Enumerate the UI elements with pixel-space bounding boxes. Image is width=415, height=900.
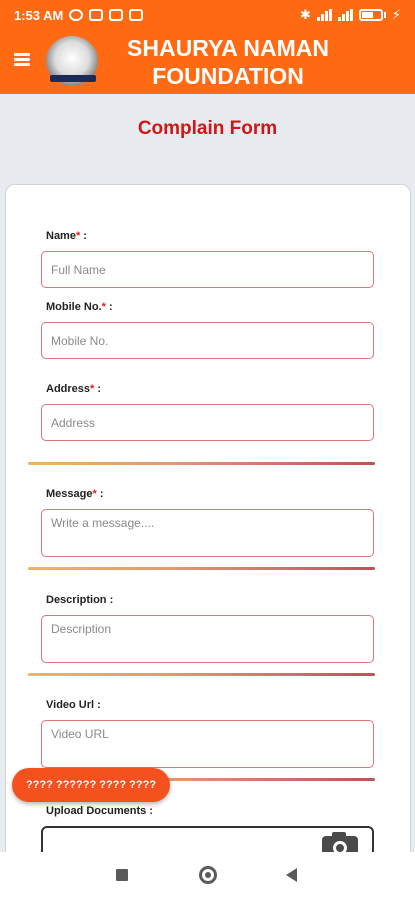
menu-icon[interactable] — [14, 53, 30, 67]
message-label: Message* : — [46, 488, 104, 500]
divider — [28, 567, 375, 570]
description-label: Description : — [46, 594, 114, 606]
name-input[interactable] — [41, 251, 374, 288]
system-nav-bar — [0, 852, 415, 900]
name-label: Name* : — [46, 230, 87, 242]
signal-icon — [316, 9, 332, 21]
bluetooth-icon: ✱ — [299, 7, 311, 22]
youtube-icon — [109, 9, 124, 21]
app-bar: SHAURYA NAMAN FOUNDATION — [0, 30, 415, 94]
video-url-input[interactable] — [41, 720, 374, 768]
upload-label: Upload Documents : — [46, 805, 153, 817]
nav-home-icon[interactable] — [199, 866, 217, 884]
app-title: SHAURYA NAMAN FOUNDATION — [108, 34, 348, 90]
alarm-icon — [69, 9, 84, 21]
divider — [28, 673, 375, 676]
status-time: 1:53 AM — [14, 7, 64, 23]
status-bar: 1:53 AM ✱ ⚡ — [0, 0, 415, 30]
divider — [28, 462, 375, 465]
page-title: Complain Form — [137, 118, 278, 139]
address-input[interactable] — [41, 404, 374, 441]
nav-recents-icon[interactable] — [116, 869, 128, 881]
mobile-input[interactable] — [41, 322, 374, 359]
logo-banner — [50, 75, 96, 82]
app-icon — [129, 9, 144, 21]
charging-icon: ⚡ — [391, 7, 401, 22]
floating-action-button[interactable]: ???? ?????? ???? ???? — [12, 768, 170, 802]
app-title-line2: FOUNDATION — [152, 63, 304, 89]
video-url-label: Video Url : — [46, 699, 101, 711]
mobile-label: Mobile No.* : — [46, 301, 113, 313]
battery-icon — [358, 9, 386, 21]
address-label: Address* : — [46, 383, 102, 395]
message-textarea[interactable] — [41, 509, 374, 557]
nav-back-icon[interactable] — [286, 868, 297, 882]
signal-icon-2 — [337, 9, 353, 21]
description-textarea[interactable] — [41, 615, 374, 663]
notification-icon — [89, 9, 104, 21]
app-title-line1: SHAURYA NAMAN — [127, 35, 329, 61]
